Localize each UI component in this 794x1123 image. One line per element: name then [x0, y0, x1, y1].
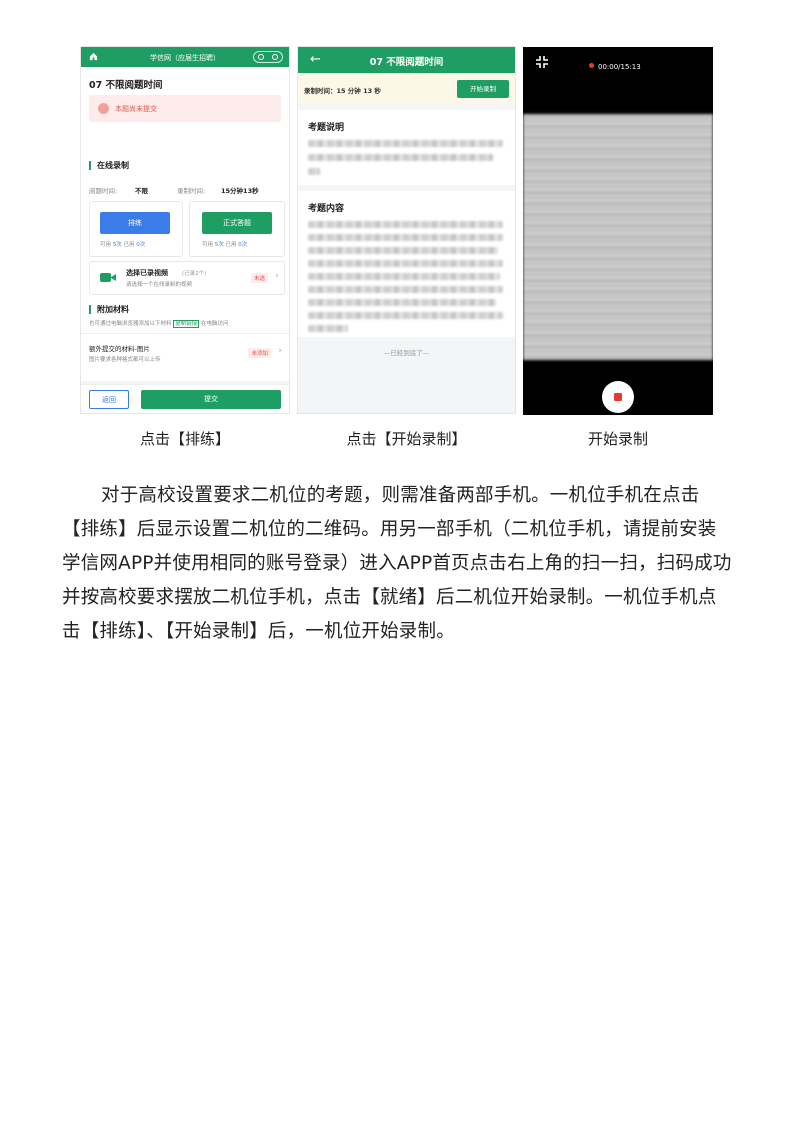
- formal-box: 正式答题 可用 5次 已用 0次: [189, 201, 285, 257]
- blurred-text-line: [308, 140, 503, 147]
- caption-start-recording: 点击【开始录制】: [346, 430, 467, 448]
- blurred-text-line: [308, 221, 503, 228]
- blurred-text-line: [308, 312, 503, 319]
- online-record-card: 阅题时间: 不限 录制时间: 15分钟13秒 排练 可用 5次 已用 0次 正式…: [81, 179, 289, 297]
- screenshot-recording: 00:00/15:13: [523, 47, 713, 415]
- recording-timer: 00:00/15:13: [589, 63, 641, 71]
- practice-usage: 可用 5次 已用 0次: [100, 242, 146, 248]
- page-title: 07 不限阅题时间: [89, 80, 163, 91]
- stop-recording-button[interactable]: [602, 381, 634, 413]
- exit-fullscreen-icon[interactable]: [535, 55, 549, 69]
- stop-icon: [614, 393, 622, 401]
- page-title: 07 不限阅题时间: [369, 57, 444, 68]
- blurred-text-line: [308, 168, 320, 175]
- formal-answer-button[interactable]: 正式答题: [202, 212, 272, 234]
- practice-button[interactable]: 排练: [100, 212, 170, 234]
- body-paragraph: 对于高校设置要求二机位的考题，则需准备两部手机。一机位手机在点击【排练】后显示设…: [62, 485, 732, 642]
- submit-button[interactable]: 提交: [141, 390, 281, 409]
- caption-recording: 开始录制: [587, 430, 648, 448]
- back-button[interactable]: 返回: [89, 390, 129, 409]
- choose-video-count: (已录2个): [182, 271, 207, 277]
- bottom-bar: 返回 提交: [81, 384, 289, 413]
- formal-usage: 可用 5次 已用 0次: [202, 242, 248, 248]
- copy-link-button[interactable]: 复制链接: [173, 320, 200, 328]
- question-content-card: 考题内容: [298, 191, 515, 337]
- screenshot-rehearsal: 学信网（应届生招聘） 07 不限阅题时间 本题尚未提交 在线录制 阅题时间: 不…: [80, 46, 290, 414]
- close-icon[interactable]: [272, 54, 278, 60]
- section-title-materials: 附加材料: [89, 305, 129, 314]
- blurred-text-line: [308, 260, 503, 267]
- material-item-sub: 图片要求各种格式都可以上传: [89, 357, 161, 363]
- top-bar: ← 07 不限阅题时间: [298, 47, 515, 73]
- chevron-right-icon: ›: [275, 271, 279, 281]
- question-description-card: 考题说明: [298, 110, 515, 185]
- video-icon: [100, 273, 116, 282]
- choose-video-item[interactable]: 选择已录视频 (已录2个) 请选择一个在线录制的视频 未选 ›: [89, 261, 285, 295]
- top-bar: 学信网（应届生招聘）: [81, 47, 289, 67]
- choose-video-title: 选择已录视频: [126, 269, 168, 277]
- blurred-text-line: [308, 154, 493, 161]
- blurred-text-line: [308, 299, 496, 306]
- screenshot-start-recording: ← 07 不限阅题时间 录制时间：15 分钟 13 秒 开始录制 考题说明 考题…: [297, 46, 516, 414]
- materials-desc: 也可通过电脑浏览器添加以下材料 复制链接 在电脑访问: [89, 320, 229, 328]
- section-title-online-record: 在线录制: [89, 161, 129, 170]
- blurred-text-line: [308, 325, 348, 332]
- camera-top-bar: 00:00/15:13: [523, 47, 713, 114]
- blurred-text-line: [308, 273, 500, 280]
- record-time-value: 15分钟13秒: [221, 187, 259, 195]
- capsule-menu[interactable]: [253, 51, 283, 63]
- read-time-label: 阅题时间:: [89, 187, 118, 195]
- warning-text: 本题尚未提交: [115, 105, 157, 113]
- not-selected-badge: 未选: [250, 273, 268, 283]
- section-title-content: 考题内容: [308, 204, 345, 214]
- blurred-text-line: [308, 247, 498, 254]
- warning-banner: 本题尚未提交: [89, 95, 281, 122]
- question-header: 07 不限阅题时间 本题尚未提交 在线录制: [81, 67, 289, 179]
- start-recording-button[interactable]: 开始录制: [457, 80, 509, 98]
- material-item-title: 额外提交的材料-图片: [89, 345, 150, 353]
- record-time-bar: 录制时间：15 分钟 13 秒 开始录制: [298, 74, 515, 104]
- end-of-list-text: —已经到底了—: [383, 349, 430, 357]
- more-icon[interactable]: [258, 54, 264, 60]
- practice-box: 排练 可用 5次 已用 0次: [89, 201, 183, 257]
- recording-dot-icon: [589, 63, 594, 68]
- camera-preview: [523, 114, 713, 360]
- blurred-text-line: [308, 234, 503, 241]
- caption-rehearsal: 点击【排练】: [139, 430, 230, 448]
- clock-icon: [98, 103, 109, 114]
- chevron-right-icon: ›: [278, 346, 282, 356]
- materials-card: 附加材料 也可通过电脑浏览器添加以下材料 复制链接 在电脑访问 额外提交的材料-…: [81, 297, 289, 381]
- record-time-text: 录制时间：15 分钟 13 秒: [304, 87, 381, 95]
- choose-video-sub: 请选择一个在线录制的视频: [126, 282, 193, 288]
- divider: [81, 333, 289, 334]
- blurred-text-line: [308, 286, 503, 293]
- record-time-label: 录制时间:: [177, 187, 206, 195]
- section-title-description: 考题说明: [308, 123, 345, 133]
- not-added-badge[interactable]: 未添加: [248, 348, 271, 358]
- read-time-value: 不限: [135, 187, 148, 195]
